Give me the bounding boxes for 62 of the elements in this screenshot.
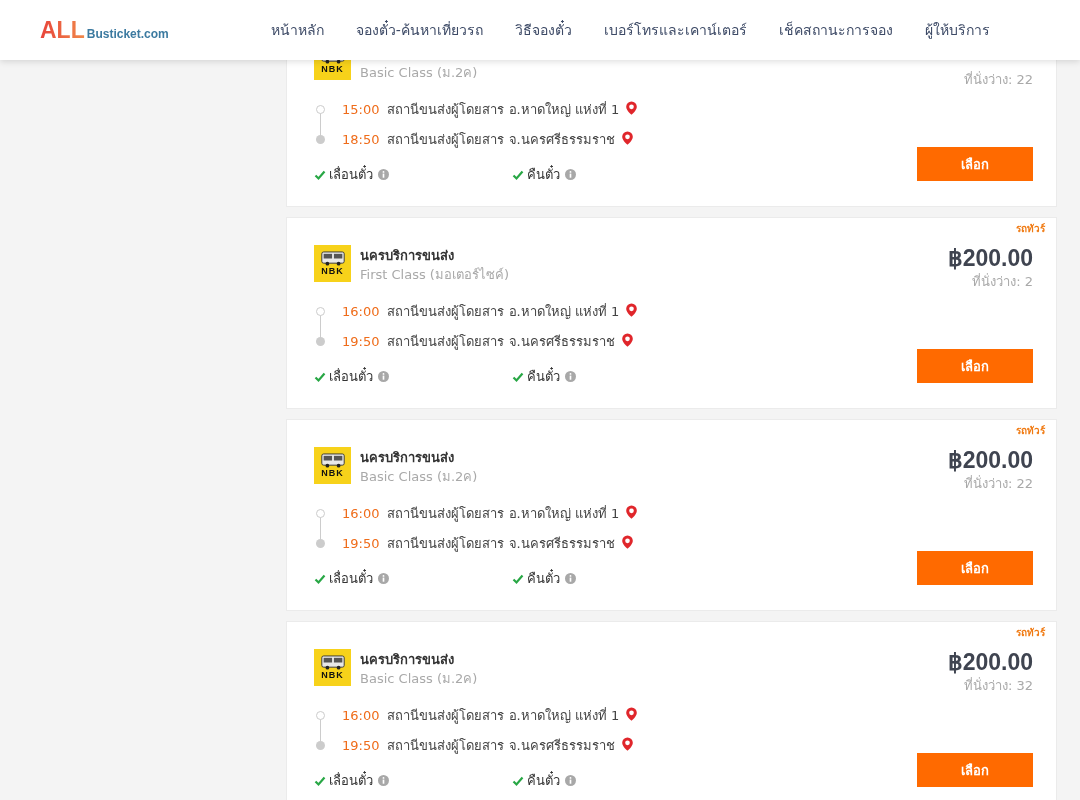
feature-label: คืนตั๋ว — [527, 770, 560, 790]
seats-available: ที่นั่งว่าง: 22 — [963, 474, 1033, 493]
feature-label: เลื่อนตั๋ว — [329, 164, 373, 184]
nav-link[interactable]: ผู้ให้บริการ — [908, 19, 1006, 41]
station-name: สถานีขนส่งผู้โดยสาร จ.นครศรีธรรมราช — [387, 737, 615, 756]
map-pin-icon[interactable] — [620, 131, 634, 148]
stop-time: 19:50 — [342, 738, 380, 753]
site-logo[interactable]: ALL Busticket.com — [40, 16, 169, 44]
bus-icon — [318, 655, 347, 670]
map-pin-icon[interactable] — [620, 737, 634, 754]
bus-class: Basic Class (ม.2ค) — [360, 64, 478, 82]
seats-available: ที่นั่งว่าง: 32 — [963, 676, 1033, 695]
feature-label: คืนตั๋ว — [527, 568, 560, 588]
feature-label: คืนตั๋ว — [527, 366, 560, 386]
station-name: สถานีขนส่งผู้โดยสาร อ.หาดใหญ่ แห่งที่ 1 — [387, 504, 620, 524]
bus-class: Basic Class (ม.2ค) — [360, 468, 478, 486]
operator-logo: NBK — [314, 245, 351, 282]
feature-label: คืนตั๋ว — [527, 164, 560, 184]
price: ฿200.00 — [947, 649, 1033, 675]
bus-icon — [318, 453, 347, 468]
price: ฿200.00 — [947, 447, 1033, 473]
feature-label: เลื่อนตั๋ว — [329, 366, 373, 386]
operator-name: นครบริการขนส่ง — [360, 450, 454, 465]
bus-type-label: รถทัวร์ — [1016, 424, 1045, 438]
stop-time: 16:00 — [342, 304, 380, 319]
station-name: สถานีขนส่งผู้โดยสาร จ.นครศรีธรรมราช — [387, 535, 615, 554]
bus-type-label: รถทัวร์ — [1016, 222, 1045, 236]
stop-time: 18:50 — [342, 132, 380, 147]
bus-icon — [318, 251, 347, 266]
map-pin-icon[interactable] — [620, 333, 634, 350]
feature-label: เลื่อนตั๋ว — [329, 770, 373, 790]
operator-logo: NBK — [314, 649, 351, 686]
bus-class: First Class (มอเตอร์ไซค์) — [360, 266, 509, 284]
bus-class: Basic Class (ม.2ค) — [360, 670, 478, 688]
operator-logo: NBK — [314, 447, 351, 484]
price: ฿200.00 — [947, 245, 1033, 271]
stop-time: 19:50 — [342, 334, 380, 349]
stop-time: 19:50 — [342, 536, 380, 551]
seats-available: ที่นั่งว่าง: 2 — [972, 272, 1033, 291]
operator-name: นครบริการขนส่ง — [360, 248, 454, 263]
nav-link[interactable]: วิธีจองตั๋ว — [498, 19, 588, 41]
nav-link[interactable]: เบอร์โทรและเคาน์เตอร์ — [587, 19, 763, 41]
station-name: สถานีขนส่งผู้โดยสาร จ.นครศรีธรรมราช — [387, 333, 615, 352]
stop-time: 16:00 — [342, 506, 380, 521]
station-name: สถานีขนส่งผู้โดยสาร อ.หาดใหญ่ แห่งที่ 1 — [387, 100, 620, 120]
map-pin-icon[interactable] — [625, 505, 639, 522]
map-pin-icon[interactable] — [620, 535, 634, 552]
operator-name: นครบริการขนส่ง — [360, 652, 454, 667]
station-name: สถานีขนส่งผู้โดยสาร อ.หาดใหญ่ แห่งที่ 1 — [387, 706, 620, 726]
bus-type-label: รถทัวร์ — [1016, 626, 1045, 640]
feature-label: เลื่อนตั๋ว — [329, 568, 373, 588]
map-pin-icon[interactable] — [625, 707, 639, 724]
map-pin-icon[interactable] — [625, 303, 639, 320]
nav-link[interactable]: เช็คสถานะการจอง — [762, 19, 909, 41]
station-name: สถานีขนส่งผู้โดยสาร อ.หาดใหญ่ แห่งที่ 1 — [387, 302, 620, 322]
stop-time: 15:00 — [342, 102, 380, 117]
seats-available: ที่นั่งว่าง: 22 — [963, 70, 1033, 89]
station-name: สถานีขนส่งผู้โดยสาร จ.นครศรีธรรมราช — [387, 131, 615, 150]
stop-time: 16:00 — [342, 708, 380, 723]
nav-link[interactable]: จองตั๋ว-ค้นหาเที่ยวรถ — [339, 19, 499, 41]
map-pin-icon[interactable] — [625, 101, 639, 118]
nav-link[interactable]: หน้าหลัก — [254, 19, 340, 41]
